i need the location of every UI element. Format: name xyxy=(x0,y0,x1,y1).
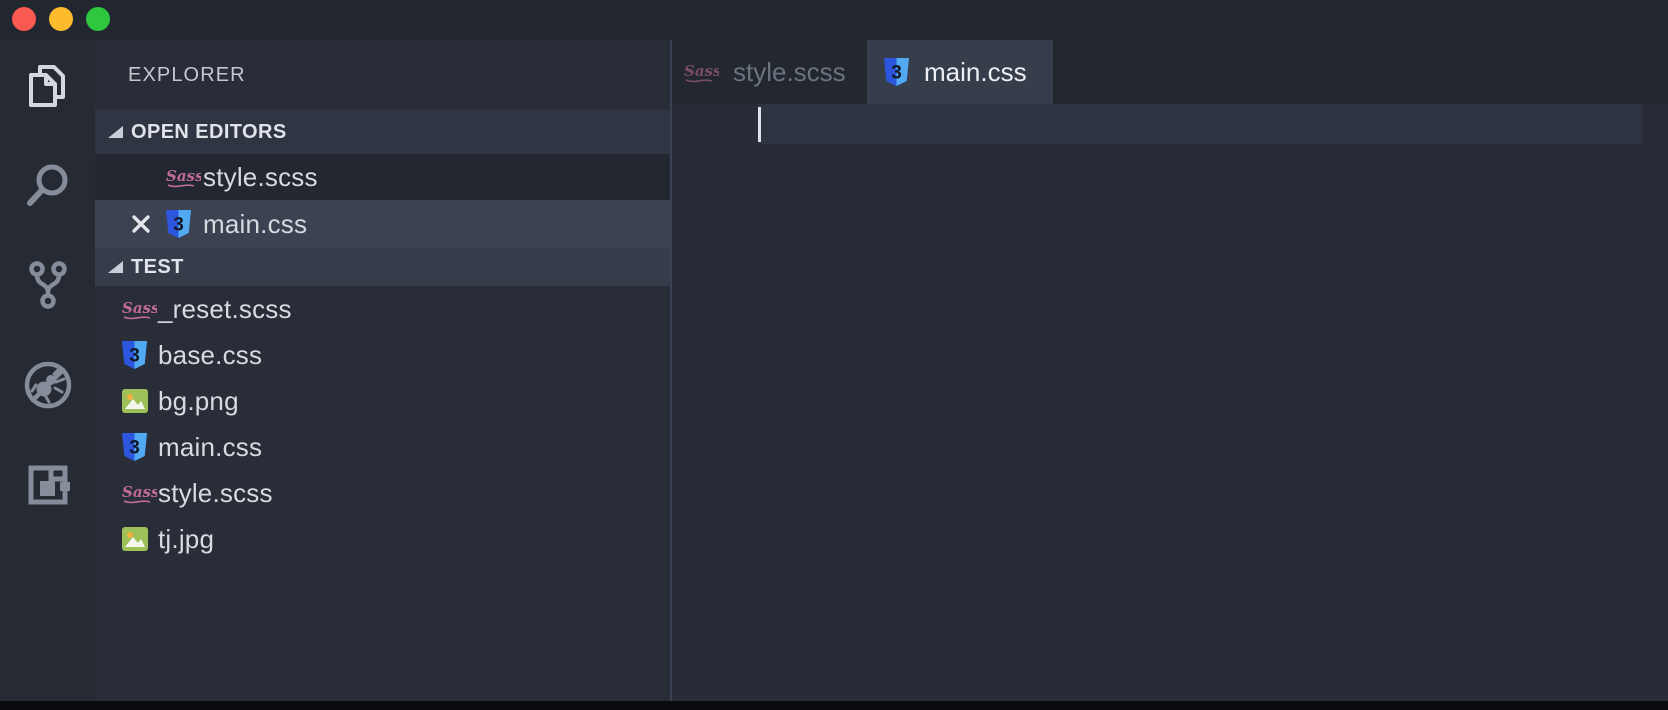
svg-text:Sass: Sass xyxy=(122,483,157,501)
image-icon xyxy=(121,387,149,415)
section-label: TEST xyxy=(131,255,184,278)
activity-item-search[interactable] xyxy=(0,152,95,224)
sass-icon: Sass xyxy=(683,58,719,86)
tree-item[interactable]: Sass style.scss xyxy=(95,470,670,516)
tab-bar: Sass style.scss 3 main.css xyxy=(672,40,1668,104)
svg-text:Sass: Sass xyxy=(122,299,157,317)
traffic-light-close[interactable] xyxy=(12,7,36,31)
section-header-open-editors[interactable]: OPEN EDITORS xyxy=(95,110,670,154)
titlebar xyxy=(0,0,1668,40)
sass-icon: Sass xyxy=(165,163,201,191)
svg-text:3: 3 xyxy=(173,214,184,235)
twisty-expanded-icon xyxy=(108,126,123,138)
traffic-light-minimize[interactable] xyxy=(49,7,73,31)
file-name: bg.png xyxy=(158,385,239,416)
file-name: main.css xyxy=(158,431,263,462)
file-tree: Sass _reset.scss 3 base.css bg.png 3 main.css S… xyxy=(95,286,670,562)
file-name: style.scss xyxy=(203,161,318,192)
sidebar-explorer: EXPLORER OPEN EDITORS Sass style.scss 3 mai… xyxy=(95,40,670,701)
svg-text:3: 3 xyxy=(891,62,902,83)
extensions-icon xyxy=(23,460,73,515)
tab-label: style.scss xyxy=(733,56,846,87)
file-name: tj.jpg xyxy=(158,523,215,554)
search-icon xyxy=(24,161,72,216)
tab-label: main.css xyxy=(924,56,1027,87)
css-icon: 3 xyxy=(121,340,148,371)
sass-icon: Sass xyxy=(121,295,157,323)
image-icon xyxy=(121,525,149,553)
workbench: EXPLORER OPEN EDITORS Sass style.scss 3 mai… xyxy=(0,40,1668,701)
files-icon xyxy=(26,62,70,115)
section-label: OPEN EDITORS xyxy=(131,120,287,143)
activity-item-source-control[interactable] xyxy=(0,251,95,323)
activity-item-debug[interactable] xyxy=(0,351,95,423)
text-cursor xyxy=(758,107,761,142)
debug-icon xyxy=(22,359,74,416)
file-name: style.scss xyxy=(158,477,273,508)
svg-text:Sass: Sass xyxy=(684,62,719,80)
open-editors-list: Sass style.scss 3 main.css xyxy=(95,154,670,248)
open-editor-item[interactable]: Sass style.scss xyxy=(95,154,670,200)
file-name: main.css xyxy=(203,208,308,239)
sass-icon: Sass xyxy=(121,479,157,507)
section-header-folder[interactable]: TEST xyxy=(95,248,670,286)
tree-item[interactable]: bg.png xyxy=(95,378,670,424)
traffic-light-zoom[interactable] xyxy=(86,7,110,31)
activity-bar xyxy=(0,40,95,701)
css-icon: 3 xyxy=(121,432,148,463)
activity-item-files[interactable] xyxy=(0,52,95,124)
css-icon: 3 xyxy=(883,57,910,88)
editor-tab[interactable]: Sass style.scss xyxy=(672,40,867,104)
editor-pane[interactable] xyxy=(672,104,1668,701)
file-name: _reset.scss xyxy=(158,293,292,324)
twisty-expanded-icon xyxy=(108,261,123,273)
svg-text:3: 3 xyxy=(129,437,140,458)
current-line-highlight xyxy=(758,104,1642,144)
activity-item-extensions[interactable] xyxy=(0,451,95,523)
tree-item[interactable]: tj.jpg xyxy=(95,516,670,562)
sidebar-title: EXPLORER xyxy=(128,64,246,86)
svg-text:3: 3 xyxy=(129,345,140,366)
tree-item[interactable]: 3 main.css xyxy=(95,424,670,470)
tree-item[interactable]: 3 base.css xyxy=(95,332,670,378)
editor-group: Sass style.scss 3 main.css xyxy=(670,40,1668,701)
editor-tab[interactable]: 3 main.css xyxy=(867,40,1053,104)
css-icon: 3 xyxy=(165,209,192,240)
vscode-window: EXPLORER OPEN EDITORS Sass style.scss 3 mai… xyxy=(0,0,1668,710)
close-icon[interactable] xyxy=(129,212,153,236)
tree-item[interactable]: Sass _reset.scss xyxy=(95,286,670,332)
open-editor-item[interactable]: 3 main.css xyxy=(95,200,670,248)
file-name: base.css xyxy=(158,339,263,370)
svg-text:Sass: Sass xyxy=(166,167,201,185)
source-control-icon xyxy=(24,260,72,315)
window-bottom-edge xyxy=(0,701,1668,710)
